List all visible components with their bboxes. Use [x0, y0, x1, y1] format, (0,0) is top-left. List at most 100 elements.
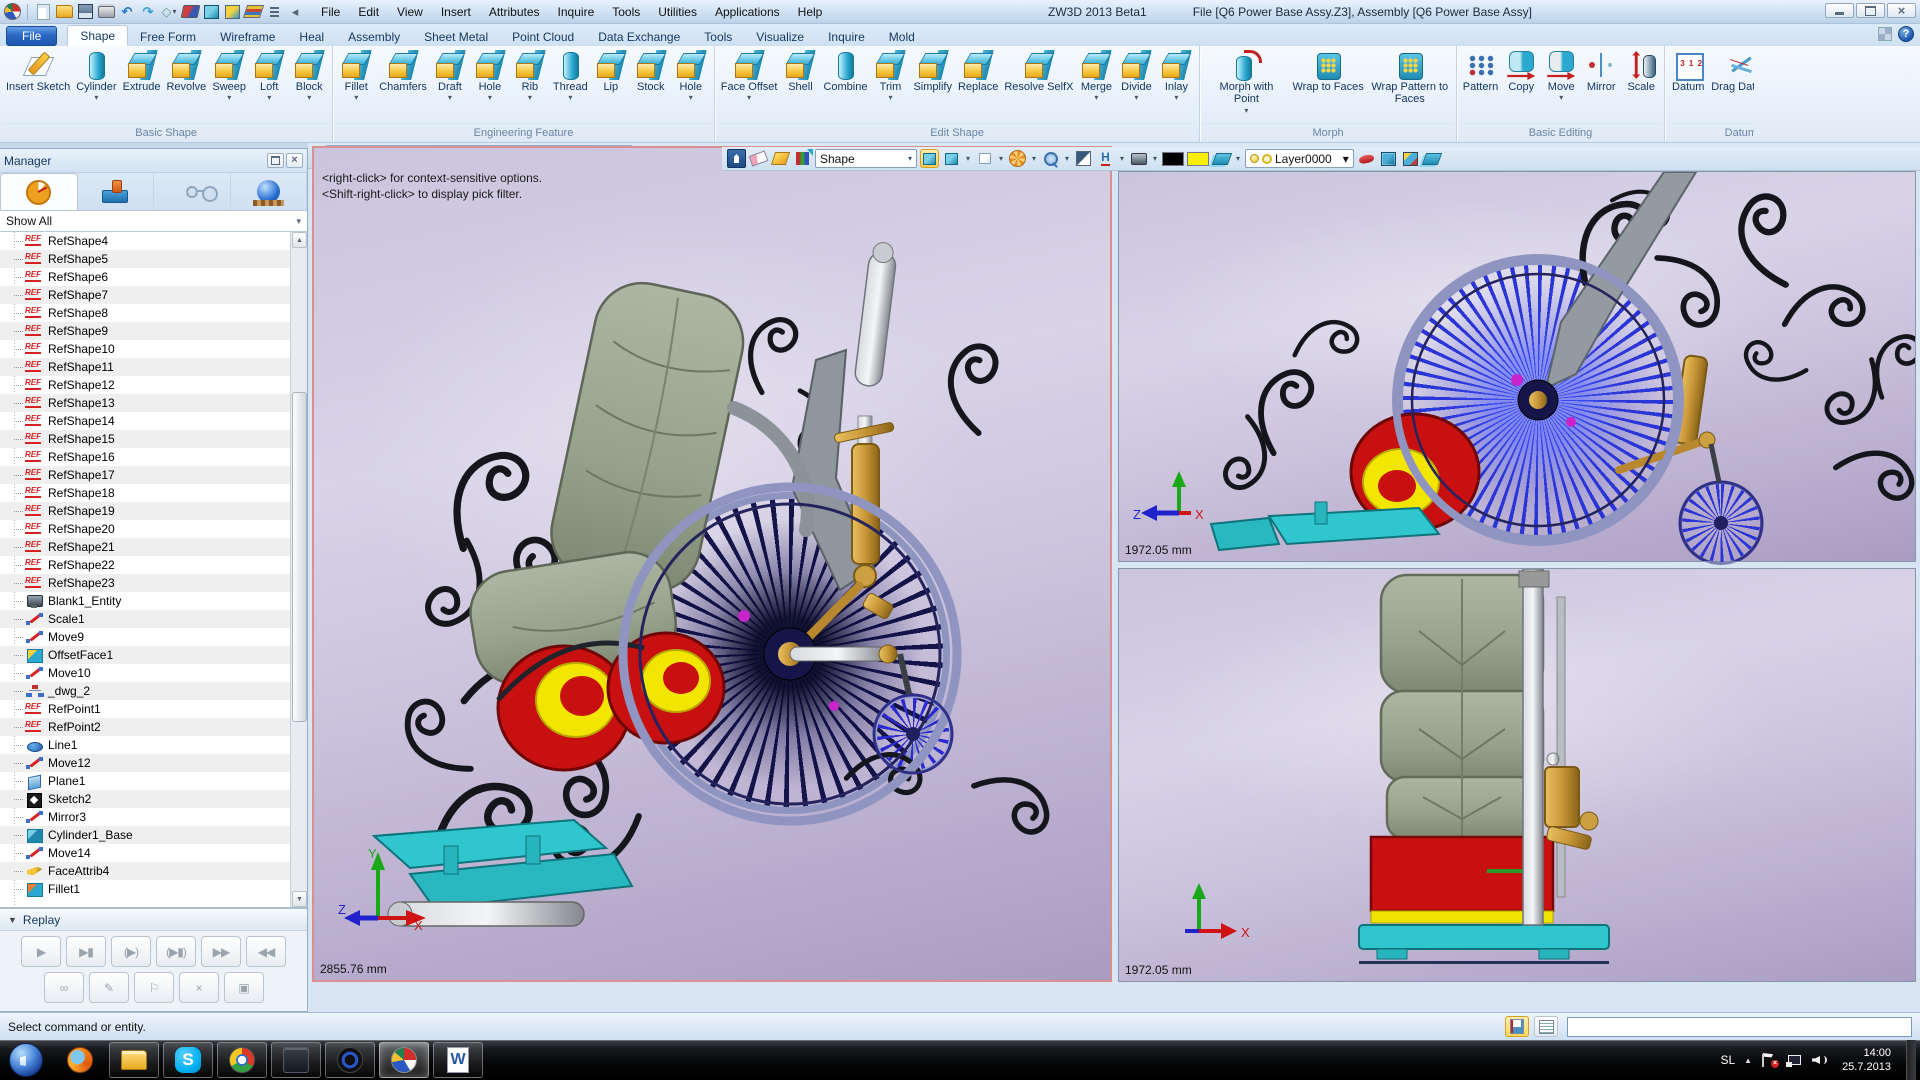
- dimension-icon[interactable]: [1096, 149, 1115, 168]
- tree-item[interactable]: Move14: [0, 844, 290, 862]
- manager-restore-button[interactable]: [267, 153, 284, 168]
- language-indicator[interactable]: SL: [1720, 1053, 1735, 1067]
- ribbon-tab[interactable]: Assembly: [336, 27, 412, 46]
- replay-header[interactable]: ▼ Replay: [0, 909, 307, 931]
- pick-color-icon[interactable]: [793, 149, 812, 168]
- minimize-button[interactable]: [1825, 3, 1854, 18]
- ribbon-button[interactable]: Inlay ▾: [1156, 49, 1196, 102]
- ribbon-button[interactable]: Rib ▾: [510, 49, 550, 102]
- tree-item[interactable]: Mirror3: [0, 808, 290, 826]
- dropdown-arrow-icon[interactable]: ▾: [1134, 94, 1138, 102]
- textured-box-icon[interactable]: [1401, 149, 1420, 168]
- dropdown-arrow-icon[interactable]: ▾: [267, 94, 271, 102]
- dropdown-arrow-icon[interactable]: ▾: [1559, 94, 1563, 102]
- prompt-toggle-icon[interactable]: [1505, 1016, 1529, 1037]
- manager-tab-constraints[interactable]: [78, 173, 155, 210]
- replay-button[interactable]: (▶▮): [156, 936, 196, 967]
- dropdown-arrow-icon[interactable]: ▾: [1174, 94, 1178, 102]
- ribbon-button[interactable]: Sweep ▾: [209, 49, 249, 102]
- replay-tool-button[interactable]: ▣: [224, 972, 264, 1003]
- menu-item[interactable]: File: [312, 2, 349, 22]
- ribbon-tab[interactable]: Sheet Metal: [412, 27, 500, 46]
- status-input[interactable]: [1567, 1017, 1912, 1037]
- dropdown-arrow-icon[interactable]: ▾: [354, 94, 358, 102]
- ribbon-button[interactable]: Mirror ▾: [1581, 49, 1621, 93]
- dropdown-arrow-icon[interactable]: ▾: [528, 94, 532, 102]
- replay-button[interactable]: ▶▮: [66, 936, 106, 967]
- textured-display-icon[interactable]: [223, 3, 241, 21]
- sheets-icon[interactable]: [1212, 149, 1231, 168]
- ribbon-tab[interactable]: File: [6, 26, 57, 46]
- scrollbar-thumb[interactable]: [292, 392, 307, 722]
- solid-box-icon[interactable]: [1379, 149, 1398, 168]
- display-icon[interactable]: [1129, 149, 1148, 168]
- ribbon-button[interactable]: Merge ▾: [1076, 49, 1116, 102]
- replay-tool-button[interactable]: ✎: [89, 972, 129, 1003]
- chevron-down-icon[interactable]: ▾: [964, 154, 972, 163]
- ribbon-button[interactable]: Combine ▾: [820, 49, 870, 93]
- start-button[interactable]: [9, 1043, 43, 1077]
- volume-icon[interactable]: [1811, 1053, 1827, 1067]
- log-toggle-icon[interactable]: [1534, 1016, 1558, 1037]
- ribbon-button[interactable]: Stock ▾: [631, 49, 671, 93]
- tree-item[interactable]: _dwg_2: [0, 682, 290, 700]
- chevron-down-icon[interactable]: ▾: [997, 154, 1005, 163]
- surface-icon[interactable]: [1357, 149, 1376, 168]
- taskbar-button[interactable]: W: [433, 1042, 483, 1078]
- tree-item[interactable]: RefShape18: [0, 484, 290, 502]
- chevron-down-icon[interactable]: ▾: [1030, 154, 1038, 163]
- layer-sheets-icon[interactable]: [1423, 149, 1442, 168]
- tree-item[interactable]: RefShape9: [0, 322, 290, 340]
- help-button[interactable]: ?: [1898, 26, 1914, 42]
- tree-item[interactable]: Move9: [0, 628, 290, 646]
- show-desktop-button[interactable]: [1906, 1040, 1916, 1080]
- ribbon-button[interactable]: Datum ▾: [1668, 49, 1708, 93]
- menu-item[interactable]: Edit: [349, 2, 388, 22]
- dropdown-arrow-icon[interactable]: ▾: [689, 94, 693, 102]
- tree-item[interactable]: RefShape16: [0, 448, 290, 466]
- taskbar-button[interactable]: [379, 1042, 429, 1078]
- tree-item[interactable]: OffsetFace1: [0, 646, 290, 664]
- tree-item[interactable]: RefShape15: [0, 430, 290, 448]
- tree-item[interactable]: Move10: [0, 664, 290, 682]
- ribbon-button[interactable]: Scale ▾: [1621, 49, 1661, 93]
- tree-item[interactable]: RefShape23: [0, 574, 290, 592]
- chevron-down-icon[interactable]: ▾: [1063, 154, 1071, 163]
- viewport-main[interactable]: <right-click> for context-sensitive opti…: [312, 146, 1112, 982]
- tree-item[interactable]: RefShape22: [0, 556, 290, 574]
- tree-item[interactable]: RefShape21: [0, 538, 290, 556]
- ribbon-tab[interactable]: Mold: [877, 27, 927, 46]
- network-icon[interactable]: [1786, 1053, 1802, 1067]
- tree-item[interactable]: Cylinder1_Base: [0, 826, 290, 844]
- dropdown-arrow-icon[interactable]: ▾: [568, 94, 572, 102]
- ribbon-options-icon[interactable]: [1878, 27, 1892, 41]
- ribbon-tab[interactable]: Shape: [67, 25, 128, 46]
- ribbon-tab[interactable]: Wireframe: [208, 27, 287, 46]
- ribbon-tab[interactable]: Inquire: [816, 27, 877, 46]
- replay-button[interactable]: (▶): [111, 936, 151, 967]
- tree-item[interactable]: RefShape14: [0, 412, 290, 430]
- tree-item[interactable]: Scale1: [0, 610, 290, 628]
- chevron-down-icon[interactable]: ▾: [1234, 154, 1242, 163]
- open-file-icon[interactable]: [55, 3, 73, 21]
- tree-item[interactable]: RefShape11: [0, 358, 290, 376]
- tree-item[interactable]: Blank1_Entity: [0, 592, 290, 610]
- tree-item[interactable]: RefShape12: [0, 376, 290, 394]
- clock[interactable]: 14:00 25.7.2013: [1842, 1046, 1891, 1074]
- ribbon-button[interactable]: Cylinder ▾: [73, 49, 119, 102]
- taskbar-button[interactable]: [217, 1042, 267, 1078]
- dropdown-arrow-icon[interactable]: ▾: [1244, 107, 1248, 115]
- ribbon-tab[interactable]: Data Exchange: [586, 27, 692, 46]
- ribbon-button[interactable]: Morph with Point ▾: [1203, 49, 1289, 115]
- manager-tab-render[interactable]: [231, 173, 308, 210]
- ribbon-button[interactable]: Replace ▾: [955, 49, 1001, 93]
- chevron-down-icon[interactable]: ▾: [1151, 154, 1159, 163]
- tree-item[interactable]: RefShape10: [0, 340, 290, 358]
- print-icon[interactable]: [97, 3, 115, 21]
- dropdown-arrow-icon[interactable]: ▾: [488, 94, 492, 102]
- replay-button[interactable]: ▶▶: [201, 936, 241, 967]
- taskbar-button[interactable]: [109, 1042, 159, 1078]
- replay-tool-button[interactable]: ∞: [44, 972, 84, 1003]
- ribbon-tab[interactable]: Heal: [287, 27, 336, 46]
- surface-display-icon[interactable]: [181, 3, 199, 21]
